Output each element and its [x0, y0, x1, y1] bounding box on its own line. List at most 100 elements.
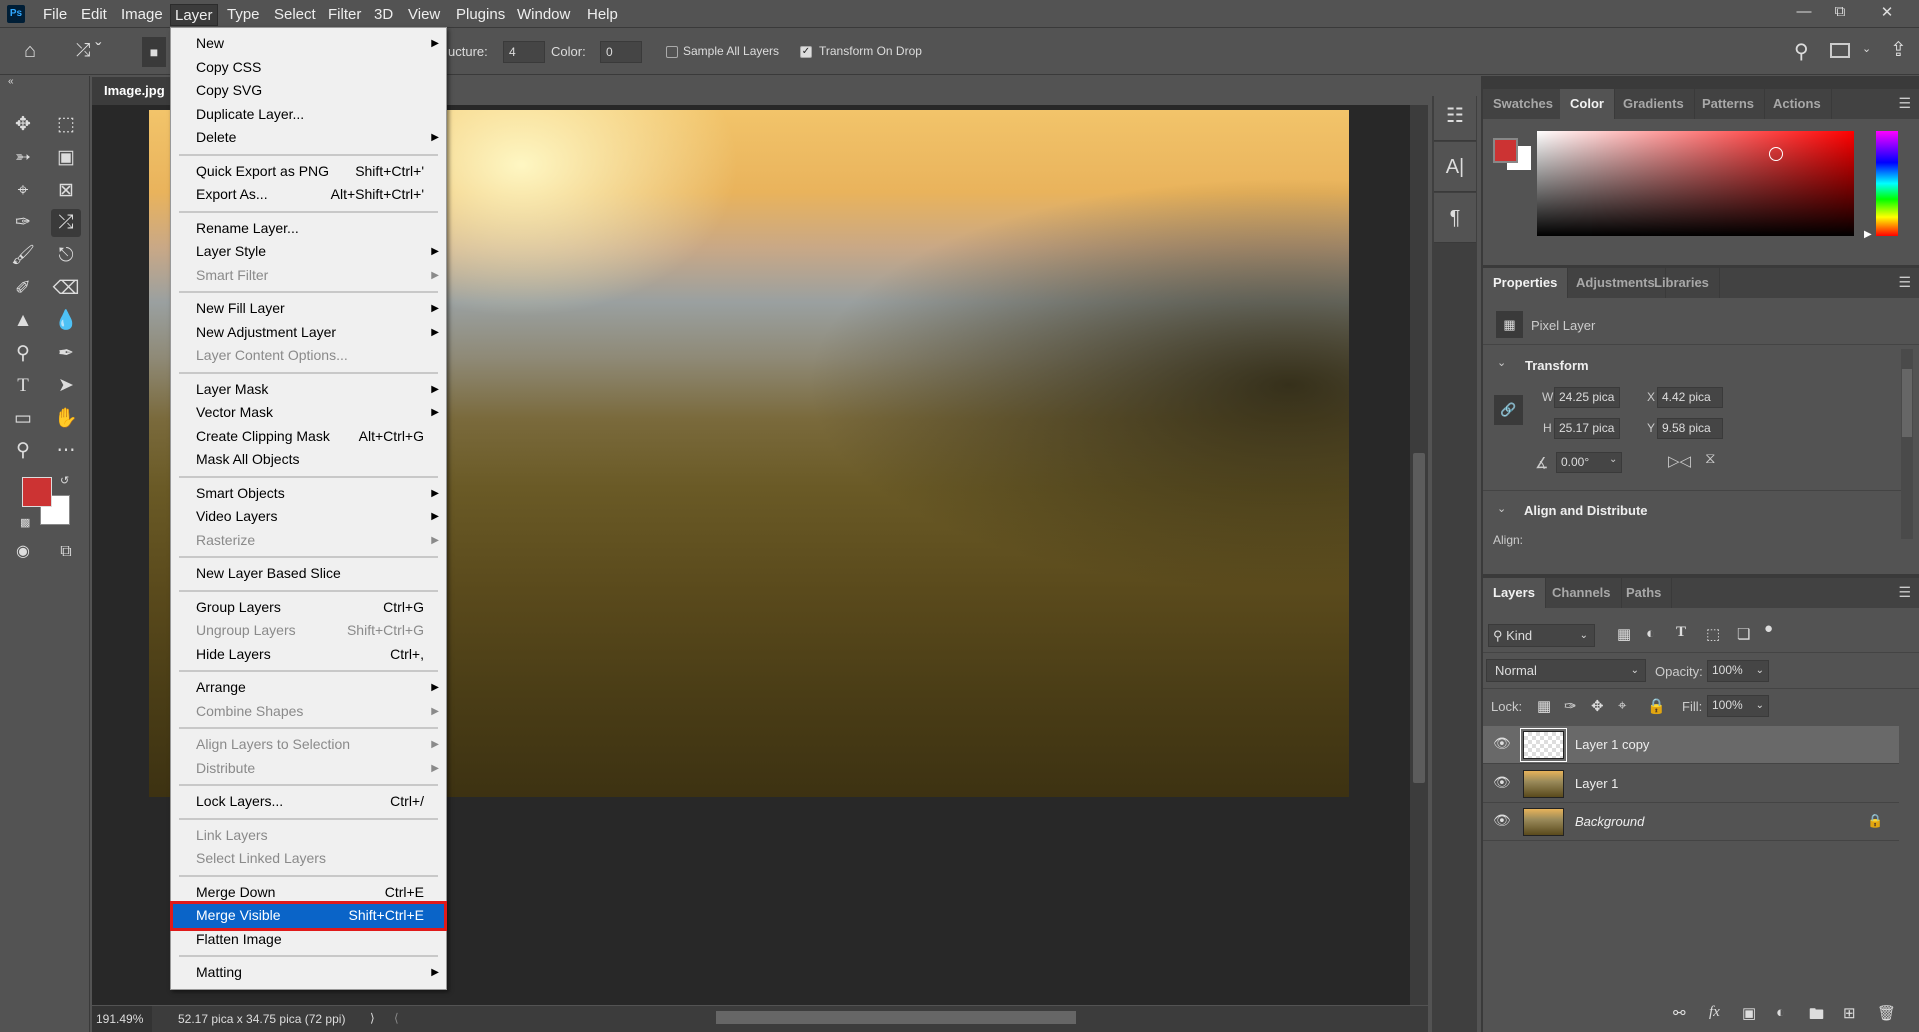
menu-item-smart-objects[interactable]: Smart Objects ▶: [173, 482, 444, 506]
hue-slider[interactable]: [1876, 131, 1898, 236]
menu-layer[interactable]: Layer: [170, 4, 218, 26]
dodge-tool-icon[interactable]: ⚲: [8, 340, 38, 368]
zoom-level[interactable]: 191.49%: [92, 1006, 152, 1032]
menu-item-layer-mask[interactable]: Layer Mask ▶: [173, 378, 444, 402]
menu-item-matting[interactable]: Matting ▶: [173, 961, 444, 985]
tab-patterns[interactable]: Patterns: [1692, 89, 1766, 119]
menu-item-merge-down[interactable]: Merge Down Ctrl+E: [173, 881, 444, 905]
menu-item-create-clipping-mask[interactable]: Create Clipping Mask Alt+Ctrl+G: [173, 425, 444, 449]
menu-item-copy-svg[interactable]: Copy SVG: [173, 79, 444, 103]
rectangle-tool-icon[interactable]: ▭: [8, 405, 38, 433]
add-mask-icon[interactable]: ▣: [1742, 1004, 1756, 1022]
menu-item-copy-css[interactable]: Copy CSS: [173, 56, 444, 80]
history-panel-icon[interactable]: ☷: [1434, 91, 1476, 141]
workspace-icon[interactable]: [1830, 43, 1850, 58]
tab-paths[interactable]: Paths: [1616, 578, 1673, 608]
content-aware-move-tool-icon[interactable]: ⤮: [51, 209, 81, 237]
menu-item-rasterize[interactable]: Rasterize ▶: [173, 529, 444, 553]
fill-input[interactable]: 100% ⌄: [1707, 695, 1769, 717]
lock-all-icon[interactable]: 🔒: [1647, 697, 1666, 715]
panel-menu-icon[interactable]: ☰: [1898, 584, 1911, 601]
paragraph-panel-icon[interactable]: ¶: [1434, 193, 1476, 243]
menu-item-new-layer-based-slice[interactable]: New Layer Based Slice: [173, 562, 444, 586]
tab-actions[interactable]: Actions: [1763, 89, 1832, 119]
delete-layer-icon[interactable]: 🗑: [1877, 1004, 1896, 1022]
filter-toggle-icon[interactable]: ●: [1764, 620, 1773, 637]
lock-image-icon[interactable]: ✑: [1564, 697, 1577, 715]
type-tool-icon[interactable]: T: [8, 372, 38, 400]
eyedropper-tool-icon[interactable]: ✑: [8, 209, 38, 237]
frame-tool-icon[interactable]: ⊠: [51, 177, 81, 205]
opacity-input[interactable]: 100% ⌄: [1707, 660, 1769, 682]
menu-3d[interactable]: 3D: [370, 4, 397, 26]
chevron-down-icon[interactable]: ⌄: [1862, 42, 1871, 55]
info-expand-icon[interactable]: ⟩: [370, 1011, 375, 1025]
link-icon[interactable]: 🔗: [1494, 395, 1523, 425]
menu-item-merge-visible[interactable]: Merge Visible Shift+Ctrl+E: [170, 901, 447, 931]
brush-tool-icon[interactable]: 🖌: [8, 242, 38, 270]
layer-filter-select[interactable]: ⚲ Kind ⌄: [1488, 624, 1595, 647]
menu-item-group-layers[interactable]: Group Layers Ctrl+G: [173, 596, 444, 620]
swap-colors-icon[interactable]: ↺: [60, 474, 69, 487]
flip-vertical-icon[interactable]: ⧖: [1705, 450, 1716, 467]
fx-icon[interactable]: fx: [1709, 1004, 1720, 1021]
menu-item-new-adjustment-layer[interactable]: New Adjustment Layer ▶: [173, 321, 444, 345]
menu-item-mask-all-objects[interactable]: Mask All Objects: [173, 448, 444, 472]
path-select-tool-icon[interactable]: ➤: [51, 372, 81, 400]
collapse-icon[interactable]: «: [8, 76, 14, 87]
menu-item-distribute[interactable]: Distribute ▶: [173, 757, 444, 781]
tab-properties[interactable]: Properties: [1483, 268, 1569, 298]
hue-slider-handle[interactable]: ▶: [1864, 229, 1872, 240]
object-select-tool-icon[interactable]: ▣: [51, 144, 81, 172]
flip-horizontal-icon[interactable]: ▷◁: [1668, 452, 1691, 470]
menu-help[interactable]: Help: [583, 4, 622, 26]
more-tools-icon[interactable]: ⋯: [51, 437, 81, 465]
eye-icon[interactable]: 👁: [1493, 812, 1511, 829]
document-tab[interactable]: Image.jpg: [92, 77, 172, 105]
transform-title[interactable]: Transform: [1525, 358, 1589, 373]
x-input[interactable]: 4.42 pica: [1657, 387, 1723, 408]
tab-channels[interactable]: Channels: [1542, 578, 1622, 608]
menu-item-new[interactable]: New ▶: [173, 32, 444, 56]
tab-color[interactable]: Color: [1560, 89, 1615, 119]
menu-item-layer-content-options[interactable]: Layer Content Options...: [173, 344, 444, 368]
new-layer-icon[interactable]: ⊞: [1843, 1004, 1856, 1022]
menu-item-new-fill-layer[interactable]: New Fill Layer ▶: [173, 297, 444, 321]
blend-mode-select[interactable]: Normal ⌄: [1486, 659, 1646, 682]
layer-row[interactable]: 👁 Background 🔒: [1483, 803, 1899, 841]
close-icon[interactable]: ✕: [1870, 3, 1904, 23]
filter-pixel-icon[interactable]: ▦: [1617, 625, 1631, 643]
tab-libraries[interactable]: Libraries: [1644, 268, 1720, 298]
panel-menu-icon[interactable]: ☰: [1898, 95, 1911, 112]
align-collapse-icon[interactable]: ⌄: [1497, 502, 1506, 515]
menu-select[interactable]: Select: [270, 4, 320, 26]
lock-artboard-icon[interactable]: ⌖: [1618, 697, 1626, 714]
properties-scrollbar[interactable]: [1901, 349, 1913, 539]
search-icon[interactable]: ⚲: [1794, 39, 1809, 64]
tab-layers[interactable]: Layers: [1483, 578, 1546, 608]
filter-adjustment-icon[interactable]: ◐: [1646, 625, 1655, 642]
stamp-tool-icon[interactable]: ⎋: [51, 242, 81, 270]
transform-collapse-icon[interactable]: ⌄: [1497, 356, 1506, 369]
menu-file[interactable]: File: [39, 4, 71, 26]
menu-item-vector-mask[interactable]: Vector Mask ▶: [173, 401, 444, 425]
zoom-tool-icon[interactable]: ⚲: [8, 437, 38, 465]
menu-item-duplicate-layer[interactable]: Duplicate Layer...: [173, 103, 444, 127]
structure-input[interactable]: 4: [503, 41, 545, 63]
menu-item-link-layers[interactable]: Link Layers: [173, 824, 444, 848]
share-icon[interactable]: ⇪: [1890, 37, 1907, 62]
eraser-tool-icon[interactable]: ⌫: [51, 275, 81, 303]
tab-gradients[interactable]: Gradients: [1613, 89, 1695, 119]
filter-smart-object-icon[interactable]: ❏: [1737, 625, 1750, 643]
hand-tool-icon[interactable]: ✋: [51, 405, 81, 433]
transform-on-drop-checkbox[interactable]: ✓: [800, 46, 812, 58]
color-picker-ring[interactable]: [1769, 147, 1783, 161]
menu-item-ungroup-layers[interactable]: Ungroup Layers Shift+Ctrl+G: [173, 619, 444, 643]
restore-icon[interactable]: ⧉: [1823, 3, 1857, 23]
filter-type-icon[interactable]: T: [1676, 624, 1686, 641]
layer-row[interactable]: 👁 Layer 1: [1483, 765, 1899, 803]
menu-item-select-linked-layers[interactable]: Select Linked Layers: [173, 847, 444, 871]
menu-edit[interactable]: Edit: [77, 4, 111, 26]
default-colors-icon[interactable]: ▩: [20, 516, 30, 529]
eye-icon[interactable]: 👁: [1493, 774, 1511, 791]
